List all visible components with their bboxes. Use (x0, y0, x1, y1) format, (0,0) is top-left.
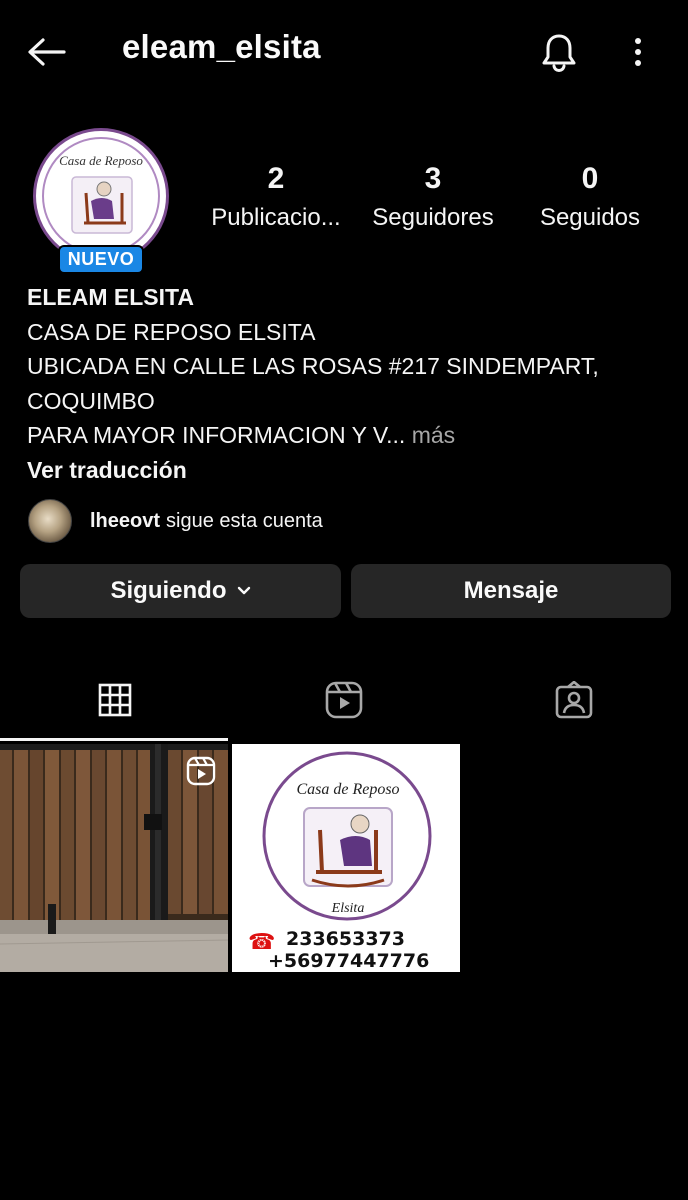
profile-bio: ELEAM ELSITA CASA DE REPOSO ELSITA UBICA… (27, 280, 667, 487)
follower-username: lheeovt (90, 509, 161, 532)
phone-number-2: +56977447776 (268, 950, 430, 972)
reels-icon (325, 681, 362, 719)
message-button[interactable]: Mensaje (351, 564, 671, 618)
message-button-label: Mensaje (463, 577, 559, 604)
tab-posts-grid[interactable] (0, 660, 229, 740)
followers-count[interactable]: 3 Seguidores (353, 160, 513, 238)
phone-numbers: ☎ 233653373 +56977447776 (248, 928, 448, 972)
tab-tagged[interactable] (459, 660, 688, 740)
following-button-label: Siguiendo (110, 577, 227, 604)
see-translation-link[interactable]: Ver traducción (27, 453, 667, 488)
followed-by[interactable]: lheeovt sigue esta cuenta (28, 498, 323, 544)
bio-line-2: UBICADA EN CALLE LAS ROSAS #217 SINDEMPA… (27, 353, 599, 379)
bio-line-1: CASA DE REPOSO ELSITA (27, 318, 316, 345)
posts-count[interactable]: 2 Publicacio... (196, 160, 356, 238)
followers-count-value: 3 (424, 162, 442, 195)
followed-by-text: sigue esta cuenta (166, 509, 323, 532)
display-name: ELEAM ELSITA (27, 284, 194, 310)
following-count-value: 0 (581, 162, 599, 195)
profile-username: eleam_elsita (122, 28, 321, 65)
post-logo-title: Casa de Reposo (296, 781, 399, 798)
post-thumbnail-reel[interactable] (0, 744, 228, 972)
phone-number-1: 233653373 (286, 928, 405, 950)
more-link[interactable]: más (412, 422, 455, 448)
posts-count-value: 2 (267, 162, 285, 195)
bell-icon[interactable] (536, 28, 582, 76)
avatar-logo-title: Casa de Reposo (59, 153, 143, 168)
followers-count-label: Seguidores (372, 204, 494, 231)
phone-icon: ☎ (248, 930, 276, 955)
bio-line-4: PARA MAYOR INFORMACION Y V... más (27, 418, 667, 453)
following-count[interactable]: 0 Seguidos (510, 160, 670, 238)
post-thumbnail-image[interactable]: Casa de Reposo Elsita ☎ 233653373 +56977… (232, 744, 460, 972)
reel-icon (186, 756, 216, 786)
more-options-icon[interactable] (622, 30, 654, 74)
bio-line-3: COQUIMBO (27, 387, 155, 414)
tagged-icon (555, 681, 592, 719)
bio-line-4-text: PARA MAYOR INFORMACION Y V... (27, 422, 406, 448)
profile-avatar[interactable]: Casa de Reposo (33, 128, 169, 264)
follower-avatar (28, 499, 72, 543)
following-count-label: Seguidos (539, 204, 641, 231)
posts-count-label: Publicacio... (211, 204, 341, 231)
tab-reels[interactable] (229, 660, 458, 740)
avatar-logo: Casa de Reposo (33, 128, 169, 264)
chevron-down-icon (237, 586, 251, 596)
post-logo-subtitle: Elsita (331, 901, 365, 916)
new-badge: NUEVO (58, 245, 144, 274)
top-bar: eleam_elsita (0, 0, 688, 104)
back-arrow-icon[interactable] (24, 32, 68, 72)
grid-icon (98, 683, 131, 717)
following-button[interactable]: Siguiendo (20, 564, 341, 618)
active-tab-indicator (0, 738, 228, 741)
